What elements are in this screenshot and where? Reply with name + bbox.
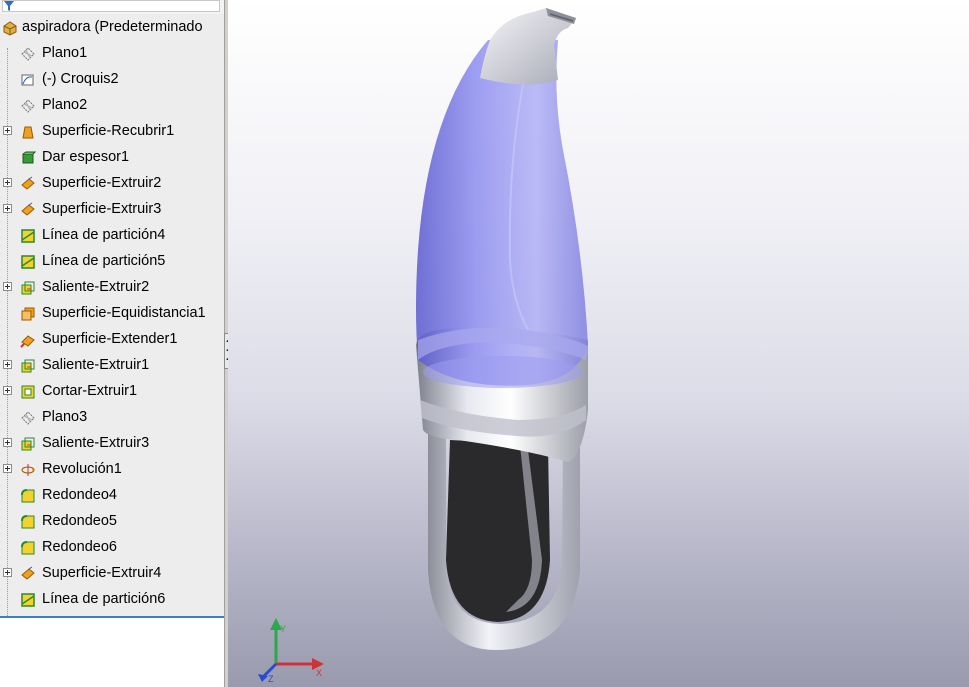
tree-item-redondeo5[interactable]: Redondeo5 bbox=[0, 508, 224, 534]
plane-icon bbox=[20, 45, 36, 61]
tree-item-label: Plano3 bbox=[42, 409, 88, 425]
cut-extrude-icon bbox=[20, 383, 36, 399]
split-line-icon bbox=[20, 591, 36, 607]
tree-item-label: Superficie-Extender1 bbox=[42, 331, 178, 347]
tree-item-label: Saliente-Extruir1 bbox=[42, 357, 150, 373]
tree-item-label: Dar espesor1 bbox=[42, 149, 130, 165]
expand-toggle-icon[interactable] bbox=[3, 438, 12, 447]
tree-item-linea-de-particion4[interactable]: Línea de partición4 bbox=[0, 222, 224, 248]
svg-text:Z: Z bbox=[268, 674, 274, 682]
tree-list: aspiradora (Predeterminado Plano1 (-) Croq… bbox=[0, 14, 224, 618]
tree-item-superficie-extruir3[interactable]: Superficie-Extruir3 bbox=[0, 196, 224, 222]
expand-toggle-icon[interactable] bbox=[3, 386, 12, 395]
tree-item-label: Redondeo5 bbox=[42, 513, 117, 529]
tree-item-cortar-extruir1[interactable]: Cortar-Extruir1 bbox=[0, 378, 224, 404]
tree-item-label: Superficie-Extruir4 bbox=[42, 565, 162, 581]
expand-toggle-icon[interactable] bbox=[3, 204, 12, 213]
svg-text:Y: Y bbox=[280, 624, 286, 634]
tree-item-superficie-extruir2[interactable]: Superficie-Extruir2 bbox=[0, 170, 224, 196]
tree-item-label: Plano1 bbox=[42, 45, 88, 61]
fillet-icon bbox=[20, 513, 36, 529]
sketch-icon bbox=[20, 71, 36, 87]
tree-root-part[interactable]: aspiradora (Predeterminado bbox=[0, 14, 224, 40]
surface-extrude-icon bbox=[20, 201, 36, 217]
surface-extrude-icon bbox=[20, 565, 36, 581]
tree-item-croquis2[interactable]: (-) Croquis2 bbox=[0, 66, 224, 92]
tree-item-saliente-extruir3[interactable]: Saliente-Extruir3 bbox=[0, 430, 224, 456]
revolve-icon bbox=[20, 461, 36, 477]
tree-item-label: Superficie-Equidistancia1 bbox=[42, 305, 206, 321]
tree-item-label: Saliente-Extruir2 bbox=[42, 279, 150, 295]
expand-toggle-icon[interactable] bbox=[3, 126, 12, 135]
feature-manager-tree: aspiradora (Predeterminado Plano1 (-) Croq… bbox=[0, 0, 225, 687]
tree-item-dar-espesor1[interactable]: Dar espesor1 bbox=[0, 144, 224, 170]
filter-input[interactable] bbox=[2, 0, 220, 12]
tree-filter-bar bbox=[0, 0, 225, 15]
tree-item-label: Línea de partición5 bbox=[42, 253, 166, 269]
tree-item-label: Línea de partición4 bbox=[42, 227, 166, 243]
expand-toggle-icon[interactable] bbox=[3, 282, 12, 291]
vacuum-model[interactable] bbox=[228, 0, 969, 687]
fillet-icon bbox=[20, 539, 36, 555]
tree-item-plano1[interactable]: Plano1 bbox=[0, 40, 224, 66]
tree-item-label: Saliente-Extruir3 bbox=[42, 435, 150, 451]
tree-item-label: Revolución1 bbox=[42, 461, 122, 477]
tree-item-revolucion1[interactable]: Revolución1 bbox=[0, 456, 224, 482]
plane-icon bbox=[20, 409, 36, 425]
tree-item-linea-de-particion6[interactable]: Línea de partición6 bbox=[0, 586, 224, 612]
tree-item-label: Cortar-Extruir1 bbox=[42, 383, 138, 399]
tree-item-superficie-equidistancia1[interactable]: Superficie-Equidistancia1 bbox=[0, 300, 224, 326]
fillet-icon bbox=[20, 487, 36, 503]
tree-item-label: Plano2 bbox=[42, 97, 88, 113]
tree-item-plano3[interactable]: Plano3 bbox=[0, 404, 224, 430]
tree-item-redondeo6[interactable]: Redondeo6 bbox=[0, 534, 224, 560]
tree-item-label: Superficie-Recubrir1 bbox=[42, 123, 175, 139]
tree-item-redondeo4[interactable]: Redondeo4 bbox=[0, 482, 224, 508]
surface-extrude-icon bbox=[20, 175, 36, 191]
tree-item-saliente-extruir2[interactable]: Saliente-Extruir2 bbox=[0, 274, 224, 300]
svg-text:X: X bbox=[316, 668, 322, 678]
tree-item-plano2[interactable]: Plano2 bbox=[0, 92, 224, 118]
tree-item-label: Redondeo6 bbox=[42, 539, 117, 555]
tree-item-saliente-extruir1[interactable]: Saliente-Extruir1 bbox=[0, 352, 224, 378]
split-line-icon bbox=[20, 253, 36, 269]
tree-root-label: aspiradora (Predeterminado bbox=[22, 19, 203, 35]
surface-extend-icon bbox=[20, 331, 36, 348]
expand-toggle-icon[interactable] bbox=[3, 464, 12, 473]
boss-extrude-icon bbox=[20, 279, 36, 295]
tree-item-label: Superficie-Extruir2 bbox=[42, 175, 162, 191]
axis-triad: Y X Z bbox=[258, 618, 324, 682]
plane-icon bbox=[20, 97, 36, 113]
tree-item-label: Redondeo4 bbox=[42, 487, 117, 503]
tree-item-superficie-extender1[interactable]: Superficie-Extender1 bbox=[0, 326, 224, 352]
boss-extrude-icon bbox=[20, 357, 36, 373]
tree-empty-area bbox=[0, 618, 225, 687]
thicken-icon bbox=[20, 149, 37, 165]
expand-toggle-icon[interactable] bbox=[3, 568, 12, 577]
expand-toggle-icon[interactable] bbox=[3, 360, 12, 369]
expand-toggle-icon[interactable] bbox=[3, 178, 12, 187]
surface-loft-icon bbox=[20, 123, 36, 139]
graphics-viewport[interactable]: Y X Z bbox=[228, 0, 969, 687]
boss-extrude-icon bbox=[20, 435, 36, 451]
filter-icon[interactable] bbox=[4, 1, 14, 11]
tree-item-label: (-) Croquis2 bbox=[42, 71, 119, 87]
surface-offset-icon bbox=[20, 305, 36, 321]
tree-item-label: Superficie-Extruir3 bbox=[42, 201, 162, 217]
split-line-icon bbox=[20, 227, 36, 243]
tree-item-superficie-recubrir1[interactable]: Superficie-Recubrir1 bbox=[0, 118, 224, 144]
part-icon bbox=[2, 19, 18, 36]
tree-item-superficie-extruir4[interactable]: Superficie-Extruir4 bbox=[0, 560, 224, 586]
tree-item-linea-de-particion5[interactable]: Línea de partición5 bbox=[0, 248, 224, 274]
tree-item-label: Línea de partición6 bbox=[42, 591, 166, 607]
